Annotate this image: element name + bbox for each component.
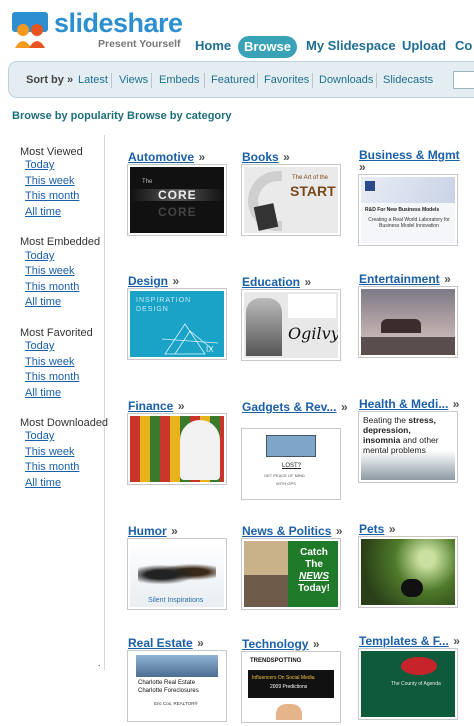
- category-thumbnail-templates[interactable]: The County of Agenda: [358, 648, 458, 720]
- sort-divider: [312, 73, 313, 88]
- sidebar-divider: [104, 135, 105, 670]
- category-title[interactable]: Automotive: [128, 150, 194, 164]
- double-chevron-icon: »: [335, 524, 343, 538]
- double-chevron-icon: »: [453, 634, 460, 648]
- sort-featured[interactable]: Featured: [211, 74, 255, 86]
- sort-divider: [204, 73, 205, 88]
- category-thumbnail-design[interactable]: INSPIRATION DESIGN IX: [127, 288, 227, 360]
- double-chevron-icon: »: [177, 399, 185, 413]
- most-embedded-alltime-link[interactable]: All time: [25, 296, 61, 308]
- double-chevron-icon: »: [171, 524, 178, 538]
- nav-browse[interactable]: Browse: [238, 36, 297, 58]
- sort-divider: [151, 73, 152, 88]
- sort-divider: [111, 73, 112, 88]
- category-thumbnail-gadgets[interactable]: LOST? GET PEACE OF MIND WITH GPS: [241, 428, 341, 500]
- most-downloaded-heading: Most Downloaded: [20, 417, 109, 429]
- double-chevron-icon: »: [304, 275, 312, 289]
- tab-browse-by-category[interactable]: Browse by category: [127, 110, 232, 122]
- sort-bar: Sort by » Latest Views Embeds Featured F…: [8, 61, 474, 98]
- most-viewed-week-link[interactable]: This week: [25, 175, 75, 187]
- sort-divider: [376, 73, 377, 88]
- slideshare-logo[interactable]: slideshare Present Yourself: [10, 8, 185, 50]
- sort-latest[interactable]: Latest: [78, 74, 108, 86]
- category-thumbnail-education[interactable]: Ogilvy: [241, 289, 341, 361]
- category-thumbnail-entertainment[interactable]: [358, 286, 458, 358]
- double-chevron-icon: »: [172, 274, 180, 288]
- category-title[interactable]: Books: [242, 150, 279, 164]
- sort-slidecasts[interactable]: Slidecasts: [383, 74, 433, 86]
- most-favorited-today-link[interactable]: Today: [25, 340, 54, 352]
- category-thumbnail-automotive[interactable]: The CORE CORE: [127, 164, 227, 236]
- most-viewed-alltime-link[interactable]: All time: [25, 206, 61, 218]
- category-thumbnail-books[interactable]: The Art of the START: [241, 164, 341, 236]
- search-input[interactable]: [453, 71, 474, 89]
- most-embedded-today-link[interactable]: Today: [25, 250, 54, 262]
- nav-my-slidespace[interactable]: My Slidespace: [306, 38, 396, 53]
- logo-wordmark: slideshare: [54, 8, 183, 38]
- sort-favorites[interactable]: Favorites: [264, 74, 309, 86]
- most-downloaded-month-link[interactable]: This month: [25, 461, 79, 473]
- most-favorited-month-link[interactable]: This month: [25, 371, 79, 383]
- logo-tagline: Present Yourself: [98, 38, 181, 50]
- category-title[interactable]: Technology: [242, 637, 308, 651]
- nav-community[interactable]: Co: [455, 38, 472, 53]
- category-title[interactable]: Humor: [128, 524, 167, 538]
- most-embedded-month-link[interactable]: This month: [25, 281, 79, 293]
- sort-views[interactable]: Views: [119, 74, 148, 86]
- category-thumbnail-news[interactable]: Catch The NEWS Today!: [241, 538, 341, 610]
- category-title[interactable]: Gadgets & Rev...: [242, 400, 336, 414]
- double-chevron-icon: »: [312, 637, 320, 651]
- category-title[interactable]: Education: [242, 275, 300, 289]
- people-logo-icon: [12, 12, 48, 48]
- nav-home[interactable]: Home: [195, 38, 231, 53]
- category-title[interactable]: Design: [128, 274, 168, 288]
- most-downloaded-alltime-link[interactable]: All time: [25, 477, 61, 489]
- sort-embeds[interactable]: Embeds: [159, 74, 199, 86]
- sort-by-label: Sort by »: [26, 74, 74, 86]
- double-chevron-icon: »: [283, 150, 290, 164]
- sort-downloads[interactable]: Downloads: [319, 74, 373, 86]
- sidebar-footer-dot: .: [98, 658, 101, 668]
- most-viewed-month-link[interactable]: This month: [25, 190, 79, 202]
- category-title[interactable]: Health & Medi...: [359, 397, 448, 411]
- sort-divider: [257, 73, 258, 88]
- category-title[interactable]: Templates & F...: [359, 634, 449, 648]
- category-title[interactable]: Real Estate: [128, 636, 193, 650]
- category-thumbnail-business-mgmt[interactable]: R&D For New Business Models Creating a R…: [358, 174, 458, 246]
- category-thumbnail-finance[interactable]: [127, 413, 227, 485]
- category-thumbnail-health[interactable]: Beating the stress, depression, insomnia…: [358, 411, 458, 483]
- double-chevron-icon: »: [452, 397, 460, 411]
- double-chevron-icon: »: [359, 160, 366, 174]
- most-viewed-heading: Most Viewed: [20, 146, 83, 158]
- tab-browse-by-popularity[interactable]: Browse by popularity: [12, 110, 124, 122]
- category-title[interactable]: Entertainment: [359, 272, 440, 286]
- category-thumbnail-real-estate[interactable]: Charlotte Real Estate Charlotte Foreclos…: [127, 650, 227, 722]
- most-viewed-today-link[interactable]: Today: [25, 159, 54, 171]
- category-gadgets[interactable]: Gadgets & Rev... »: [242, 398, 348, 416]
- most-embedded-heading: Most Embedded: [20, 236, 101, 248]
- double-chevron-icon: »: [444, 272, 451, 286]
- double-chevron-icon: »: [198, 150, 206, 164]
- most-downloaded-today-link[interactable]: Today: [25, 430, 54, 442]
- most-downloaded-week-link[interactable]: This week: [25, 446, 75, 458]
- double-chevron-icon: »: [340, 400, 348, 414]
- most-favorited-heading: Most Favorited: [20, 327, 93, 339]
- double-chevron-icon: »: [388, 522, 396, 536]
- double-chevron-icon: »: [197, 636, 204, 650]
- category-title[interactable]: News & Politics: [242, 524, 331, 538]
- category-thumbnail-technology[interactable]: TRENDSPOTTING Influencers On Social Medi…: [241, 651, 341, 723]
- most-embedded-week-link[interactable]: This week: [25, 265, 75, 277]
- category-title[interactable]: Finance: [128, 399, 173, 413]
- category-business-mgmt[interactable]: Business & Mgmt: [359, 146, 460, 164]
- most-favorited-week-link[interactable]: This week: [25, 356, 75, 368]
- category-thumbnail-pets[interactable]: [358, 536, 458, 608]
- nav-upload[interactable]: Upload: [402, 38, 446, 53]
- category-title[interactable]: Business & Mgmt: [359, 148, 460, 162]
- category-thumbnail-humor[interactable]: Silent Inspirations: [127, 538, 227, 610]
- category-title[interactable]: Pets: [359, 522, 384, 536]
- most-favorited-alltime-link[interactable]: All time: [25, 387, 61, 399]
